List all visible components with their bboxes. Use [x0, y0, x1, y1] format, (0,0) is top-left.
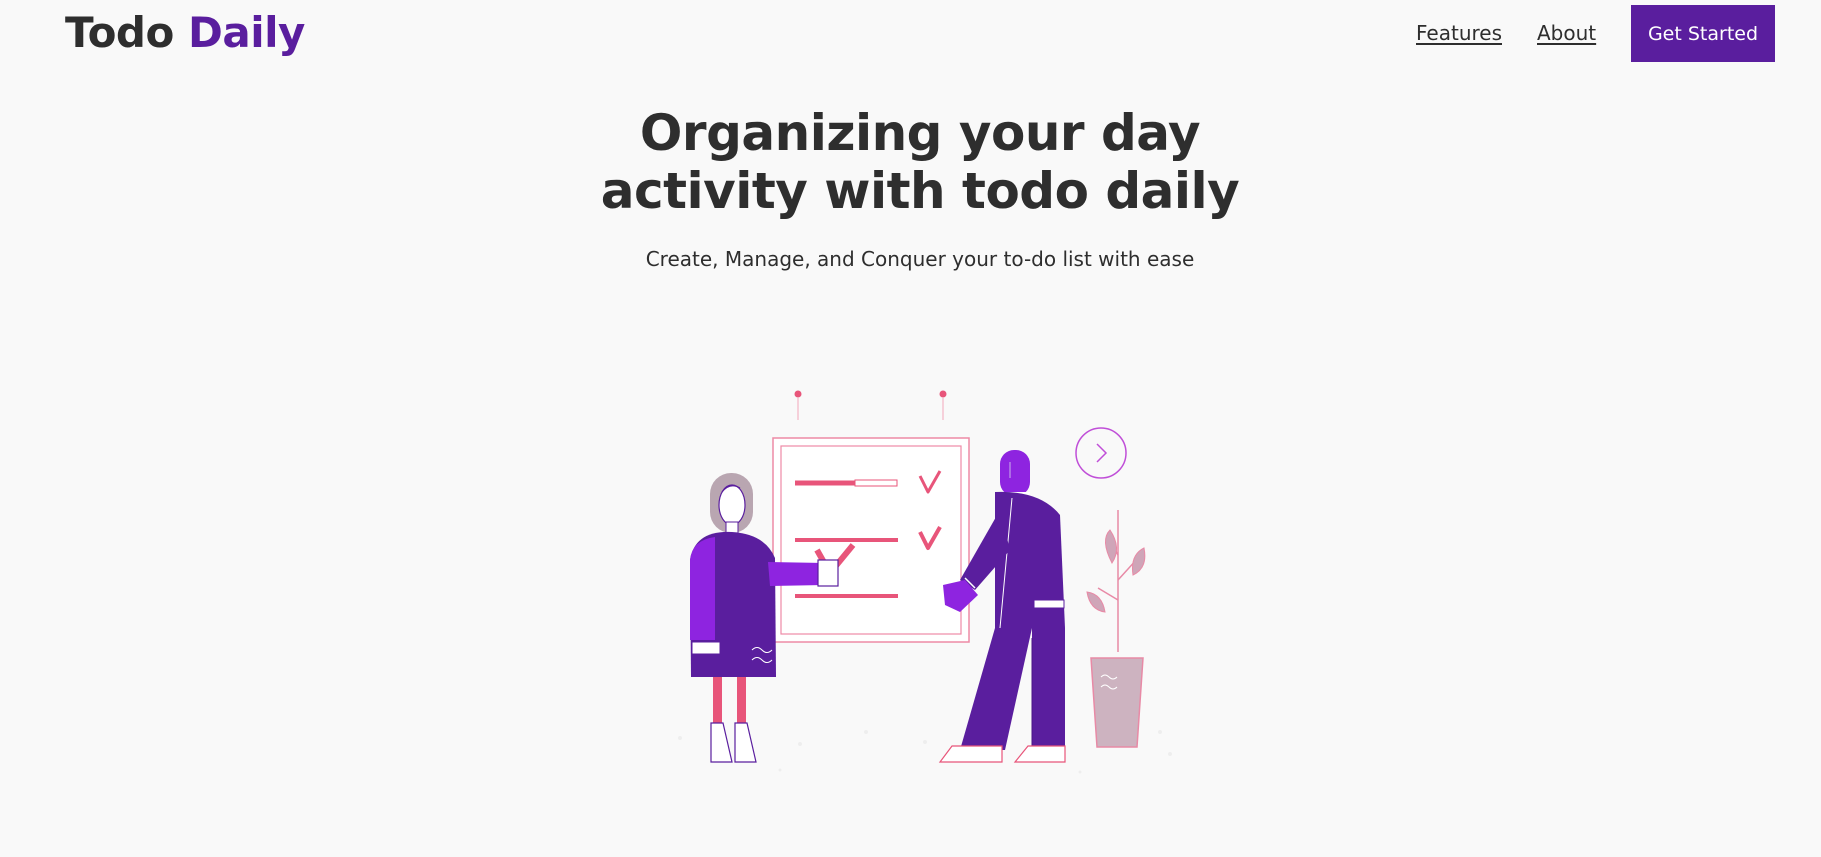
chevron-right-icon	[1075, 427, 1127, 479]
hero-subtitle: Create, Manage, and Conquer your to-do l…	[645, 247, 1195, 271]
logo-text-todo: Todo	[65, 8, 174, 57]
task-board-illustration	[660, 380, 1180, 790]
hero-title-line1: Organizing your day	[639, 104, 1201, 162]
plant-pot	[1086, 510, 1146, 748]
task-board	[772, 437, 970, 643]
hero-title: Organizing your day activity with todo d…	[0, 104, 1821, 220]
site-header: Todo Daily Features About Get Started	[0, 0, 1821, 66]
logo[interactable]: Todo Daily	[65, 6, 305, 60]
nav-link-about[interactable]: About	[1537, 21, 1596, 45]
logo-text-daily: Daily	[187, 8, 305, 57]
nav-link-features[interactable]: Features	[1416, 21, 1502, 45]
board-pins	[794, 390, 947, 420]
hero-title-line2: activity with todo daily	[600, 162, 1240, 220]
get-started-button[interactable]: Get Started	[1631, 5, 1775, 62]
